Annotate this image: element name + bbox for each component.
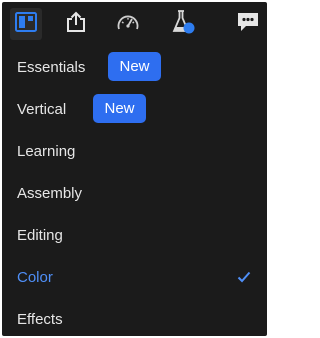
comments-button[interactable] [231, 8, 263, 40]
checkmark-icon [237, 270, 251, 288]
menu-item-essentials[interactable]: Essentials New [2, 46, 267, 88]
workspaces-icon [15, 11, 37, 37]
export-button[interactable] [60, 8, 92, 40]
menu-item-label: Editing [17, 226, 63, 244]
menu-item-vertical[interactable]: Vertical New [2, 88, 267, 130]
menu-item-label: Effects [17, 310, 63, 328]
menu-item-editing[interactable]: Editing [2, 214, 267, 256]
new-badge: New [93, 94, 146, 123]
toolbar [2, 2, 267, 46]
menu-item-label: Vertical [17, 100, 67, 118]
menu-item-learning[interactable]: Learning [2, 130, 267, 172]
workspaces-button[interactable] [10, 8, 42, 40]
menu-item-color[interactable]: Color [2, 256, 267, 298]
menu-item-label: Color [17, 268, 53, 286]
comments-icon [234, 11, 260, 38]
gauge-icon [116, 12, 140, 37]
menu-item-label: Learning [17, 142, 76, 160]
beta-button[interactable] [167, 8, 199, 40]
new-badge: New [108, 52, 161, 81]
menu-item-effects[interactable]: Effects [2, 298, 267, 336]
performance-button[interactable] [112, 8, 144, 40]
flask-icon [171, 9, 195, 40]
menu-item-label: Essentials [17, 58, 86, 76]
export-icon [65, 11, 87, 38]
menu-item-label: Assembly [17, 184, 83, 202]
menu-item-assembly[interactable]: Assembly [2, 172, 267, 214]
workspaces-panel: Essentials New Vertical New Learning Ass… [2, 2, 267, 336]
